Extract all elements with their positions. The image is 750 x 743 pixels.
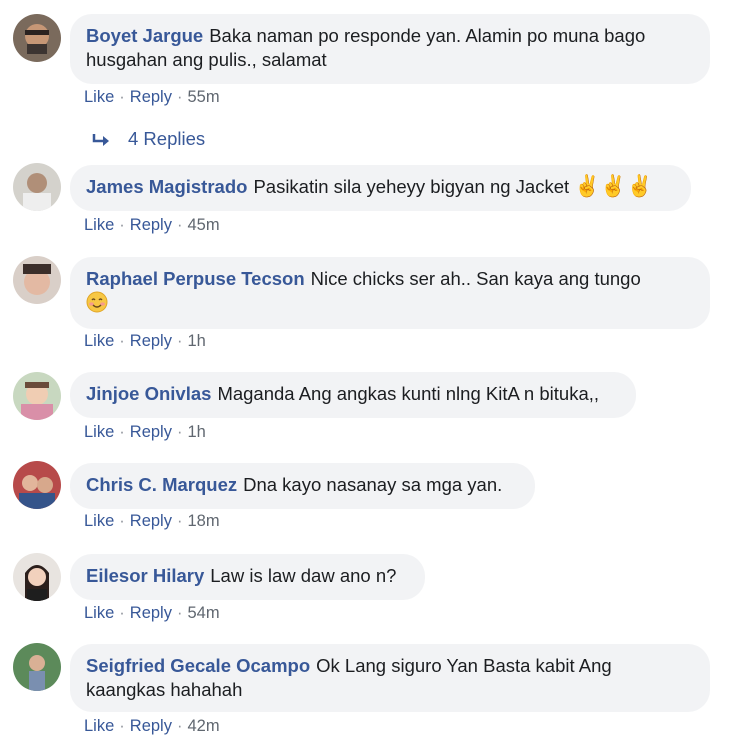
comment-author[interactable]: Eilesor Hilary xyxy=(86,565,204,586)
comment-bubble: Eilesor Hilary Law is law daw ano n? xyxy=(70,554,425,600)
comment-text: Maganda Ang angkas kunti nlng KitA n bit… xyxy=(217,383,600,404)
peace-emoji: ✌✌✌ xyxy=(574,175,653,198)
comment-actions: Like · Reply · 1h xyxy=(84,423,206,441)
view-replies-link[interactable]: 4 Replies xyxy=(92,128,205,150)
avatar[interactable] xyxy=(13,461,61,509)
comment-text: Dna kayo nasanay sa mga yan. xyxy=(243,474,503,495)
reply-link[interactable]: Reply xyxy=(130,717,172,735)
avatar[interactable] xyxy=(13,553,61,601)
like-link[interactable]: Like xyxy=(84,512,114,530)
comment-actions: Like · Reply · 18m xyxy=(84,512,220,530)
reply-link[interactable]: Reply xyxy=(130,512,172,530)
comment-timestamp[interactable]: 42m xyxy=(187,717,219,735)
comment-text: Law is law daw ano n? xyxy=(210,565,397,586)
comment-timestamp[interactable]: 18m xyxy=(187,512,219,530)
comment-text: Pasikatin sila yeheyy bigyan ng Jacket xyxy=(253,176,570,197)
comment-author[interactable]: Chris C. Marquez xyxy=(86,474,237,495)
reply-arrow-icon xyxy=(92,134,109,147)
comment-actions: Like · Reply · 1h xyxy=(84,332,206,350)
comment-actions: Like · Reply · 54m xyxy=(84,604,220,622)
comment-actions: Like · Reply · 55m xyxy=(84,88,220,106)
comment-bubble: Seigfried Gecale Ocampo Ok Lang siguro Ya… xyxy=(70,644,710,712)
comment-bubble: Raphael Perpuse Tecson Nice chicks ser ah… xyxy=(70,257,710,329)
reply-link[interactable]: Reply xyxy=(130,88,172,106)
comment-bubble: James Magistrado Pasikatin sila yeheyy bi… xyxy=(70,165,691,211)
comment-actions: Like · Reply · 42m xyxy=(84,717,220,735)
reply-link[interactable]: Reply xyxy=(130,216,172,234)
like-link[interactable]: Like xyxy=(84,88,114,106)
comment-bubble: Chris C. Marquez Dna kayo nasanay sa mga … xyxy=(70,463,535,509)
comment-bubble: Jinjoe Onivlas Maganda Ang angkas kunti n… xyxy=(70,372,636,418)
comment-author[interactable]: James Magistrado xyxy=(86,176,247,197)
reply-link[interactable]: Reply xyxy=(130,332,172,350)
comment-timestamp[interactable]: 1h xyxy=(187,423,205,441)
replies-count[interactable]: 4 Replies xyxy=(128,128,205,149)
like-link[interactable]: Like xyxy=(84,604,114,622)
smiling-face-emoji xyxy=(86,291,108,313)
reply-link[interactable]: Reply xyxy=(130,423,172,441)
comment-author[interactable]: Seigfried Gecale Ocampo xyxy=(86,655,310,676)
comment-bubble: Boyet Jargue Baka naman po responde yan. … xyxy=(70,14,710,84)
avatar[interactable] xyxy=(13,256,61,304)
comment-timestamp[interactable]: 1h xyxy=(187,332,205,350)
comment-timestamp[interactable]: 54m xyxy=(187,604,219,622)
comment-author[interactable]: Raphael Perpuse Tecson xyxy=(86,268,305,289)
avatar[interactable] xyxy=(13,14,61,62)
like-link[interactable]: Like xyxy=(84,216,114,234)
comment-author[interactable]: Boyet Jargue xyxy=(86,25,203,46)
comment-timestamp[interactable]: 45m xyxy=(187,216,219,234)
comment-actions: Like · Reply · 45m xyxy=(84,216,220,234)
avatar[interactable] xyxy=(13,643,61,691)
reply-link[interactable]: Reply xyxy=(130,604,172,622)
comment-text: Nice chicks ser ah.. San kaya ang tungo xyxy=(310,268,641,289)
avatar[interactable] xyxy=(13,372,61,420)
like-link[interactable]: Like xyxy=(84,332,114,350)
like-link[interactable]: Like xyxy=(84,717,114,735)
comment-timestamp[interactable]: 55m xyxy=(187,88,219,106)
avatar[interactable] xyxy=(13,163,61,211)
like-link[interactable]: Like xyxy=(84,423,114,441)
comment-author[interactable]: Jinjoe Onivlas xyxy=(86,383,211,404)
